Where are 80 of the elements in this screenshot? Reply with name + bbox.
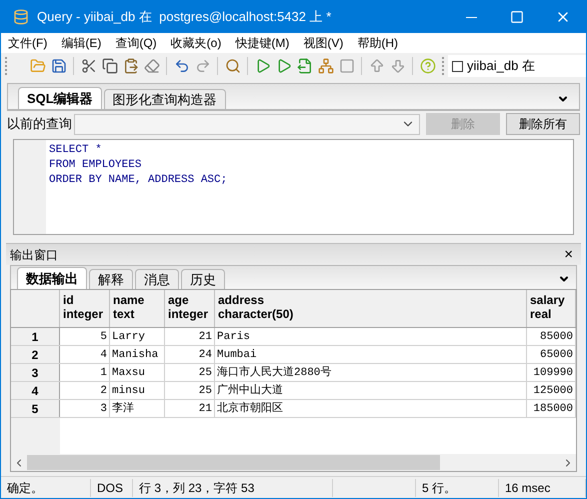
window-title: Query - yiibai_db 在 postgres@localhost:5432 上 * (37, 8, 332, 26)
row-number: 5 (11, 400, 60, 417)
table-cell: 李洋 (110, 400, 165, 417)
output-window-title: 输出窗口 (10, 246, 59, 264)
column-type: integer (168, 307, 210, 321)
row-number: 1 (11, 328, 60, 345)
tab[interactable]: 图形化查询构造器 (104, 89, 226, 109)
scrollbar-thumb[interactable] (27, 455, 440, 470)
minimize-icon (466, 16, 476, 18)
tab[interactable]: 消息 (135, 269, 179, 289)
menu-item[interactable]: 快捷键(M) (228, 34, 296, 52)
status-text: 确定。 (1, 478, 91, 496)
column-header[interactable]: salary real (527, 290, 576, 327)
previous-query-label: 以前的查询 (7, 115, 72, 134)
horizontal-scrollbar[interactable] (11, 454, 576, 471)
tab[interactable]: 数据输出 (17, 267, 87, 289)
column-name: salary (530, 293, 566, 307)
table-cell: 海口市人民大道2880号 (215, 364, 527, 381)
code-line: ORDER BY NAME, ADDRESS ASC; (49, 173, 228, 188)
table-cell: Paris (215, 328, 527, 345)
app-icon (13, 9, 29, 25)
row-number: 3 (11, 364, 60, 381)
row-number: 2 (11, 346, 60, 363)
column-header[interactable]: age integer (165, 290, 215, 327)
checkbox[interactable] (452, 60, 463, 72)
status-text: 行 3，列 23，字符 53 (133, 478, 333, 496)
table-cell: 125000 (527, 382, 576, 399)
sql-editor[interactable]: SELECT * FROM EMPLOYEES ORDER BY NAME, ADDRESS ASC; (13, 139, 574, 235)
menu-item[interactable]: 编辑(E) (54, 34, 108, 52)
status-text: 5 行。 (415, 478, 499, 496)
close-button[interactable]: × (560, 247, 577, 262)
column-name: name (113, 293, 146, 307)
table-cell: Manisha (110, 346, 165, 363)
table-cell: 185000 (527, 400, 576, 417)
table-cell: 65000 (527, 346, 576, 363)
column-type: character(50) (218, 307, 294, 321)
table-cell: Maxsu (110, 364, 165, 381)
table-cell: Larry (110, 328, 165, 345)
column-type: integer (63, 307, 104, 321)
menu-item[interactable]: 文件(F) (1, 34, 54, 52)
column-header[interactable]: address character(50) (215, 290, 527, 327)
menu-item[interactable]: 视图(V) (296, 34, 350, 52)
table-cell: 109990 (527, 364, 576, 381)
code-line: SELECT * (49, 143, 103, 158)
column-header[interactable]: name text (110, 290, 165, 327)
menu-item[interactable]: 收藏夹(o) (164, 34, 228, 52)
row-number: 4 (11, 382, 60, 399)
tab[interactable]: 历史 (181, 269, 225, 289)
tab[interactable]: 解释 (89, 269, 133, 289)
menu-item[interactable]: 查询(Q) (108, 34, 164, 52)
status-text: DOS (91, 478, 133, 496)
table-cell: 25 (165, 382, 215, 399)
table-cell: Mumbai (215, 346, 527, 363)
table-cell: 24 (165, 346, 215, 363)
tab[interactable]: SQL编辑器 (18, 87, 102, 109)
table-cell: 21 (165, 400, 215, 417)
database-selector[interactable]: yiibai_db 在 (448, 55, 586, 77)
column-type: text (113, 307, 136, 321)
code-line: FROM EMPLOYEES (49, 158, 142, 173)
database-label: yiibai_db 在 (467, 57, 535, 76)
column-name: age (168, 293, 190, 307)
row-header-gutter (11, 418, 60, 454)
menu-item[interactable]: 帮助(H) (350, 34, 405, 52)
table-cell: 85000 (527, 328, 576, 345)
table-cell: 北京市朝阳区 (215, 400, 527, 417)
column-name: address (218, 293, 266, 307)
column-name: id (63, 293, 75, 307)
table-cell: 25 (165, 364, 215, 381)
table-cell: minsu (110, 382, 165, 399)
table-cell: 5 (60, 328, 110, 345)
table-cell: 3 (60, 400, 110, 417)
column-type: real (530, 307, 552, 321)
table-cell: 2 (60, 382, 110, 399)
table-cell: 广州中山大道 (215, 382, 527, 399)
table-cell: 4 (60, 346, 110, 363)
table-cell: 1 (60, 364, 110, 381)
delete-all-button[interactable]: 删除所有 (506, 113, 580, 135)
status-text: 16 msec (499, 478, 586, 496)
table-cell: 21 (165, 328, 215, 345)
maximize-icon (510, 10, 524, 24)
